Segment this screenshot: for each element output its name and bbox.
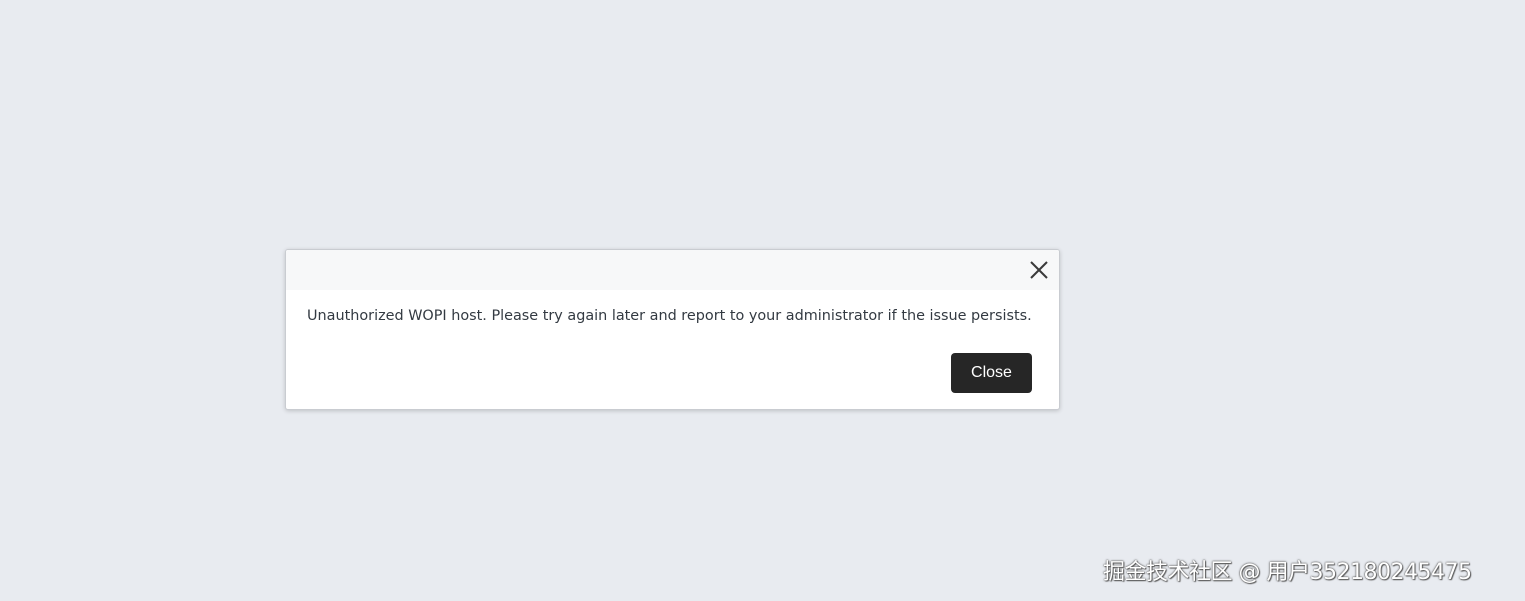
watermark: 掘金技术社区 @ 用户352180245475	[1103, 560, 1472, 585]
close-button[interactable]: Close	[951, 353, 1032, 393]
error-message: Unauthorized WOPI host. Please try again…	[307, 308, 1032, 324]
error-dialog: Unauthorized WOPI host. Please try again…	[285, 249, 1060, 410]
dialog-header	[286, 250, 1059, 290]
close-icon[interactable]	[1028, 259, 1050, 281]
